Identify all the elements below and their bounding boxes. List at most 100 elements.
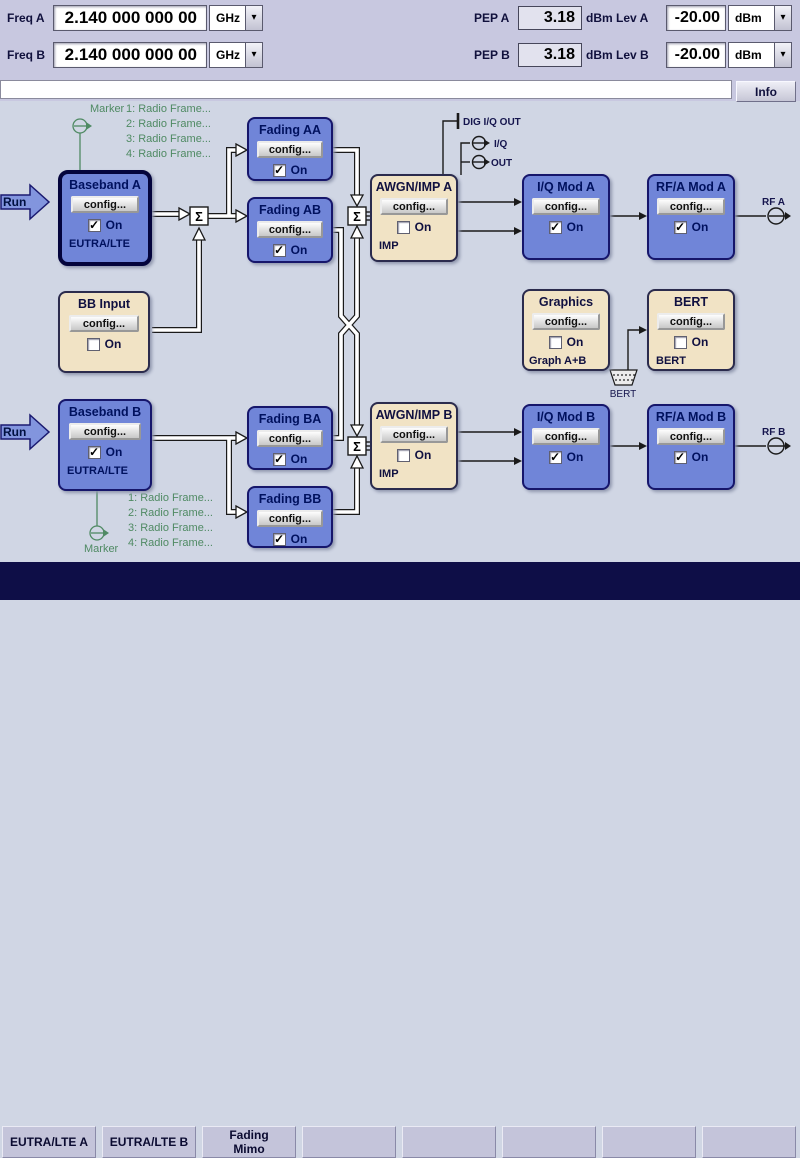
message-strip: Info [0, 79, 800, 101]
config-button[interactable]: config... [657, 313, 724, 330]
on-toggle[interactable]: On [549, 220, 584, 234]
block-title: Baseband B [69, 405, 141, 420]
block-awgn-imp-a[interactable]: AWGN/IMP A config... On IMP [370, 174, 458, 262]
config-button[interactable]: config... [657, 428, 724, 445]
block-awgn-imp-b[interactable]: AWGN/IMP B config... On IMP [370, 402, 458, 490]
checkbox-icon[interactable] [273, 244, 286, 257]
lev-a-input[interactable]: -20.00 [666, 5, 726, 31]
config-button[interactable]: config... [257, 141, 323, 158]
block-title: RF/A Mod B [656, 410, 726, 425]
config-button[interactable]: config... [532, 313, 599, 330]
checkbox-icon[interactable] [397, 449, 410, 462]
on-label: On [291, 532, 308, 546]
config-button[interactable]: config... [69, 423, 141, 440]
on-toggle[interactable]: On [549, 335, 584, 349]
freq-b-input[interactable]: 2.140 000 000 00 [53, 42, 207, 68]
lev-b-input[interactable]: -20.00 [666, 42, 726, 68]
on-label: On [415, 220, 432, 234]
softkey-empty-6[interactable] [502, 1126, 596, 1158]
dropdown-arrow-icon[interactable] [245, 43, 262, 67]
block-baseband-b[interactable]: Baseband B config... On EUTRA/LTE [58, 399, 152, 491]
config-button[interactable]: config... [380, 198, 447, 215]
block-title: Baseband A [69, 178, 141, 193]
on-label: On [567, 450, 584, 464]
softkey-empty-5[interactable] [402, 1126, 496, 1158]
config-button[interactable]: config... [71, 196, 140, 213]
freq-b-unit-dropdown[interactable]: GHz [209, 42, 263, 68]
on-label: On [291, 452, 308, 466]
checkbox-icon[interactable] [674, 336, 687, 349]
freq-a-input[interactable]: 2.140 000 000 00 [53, 5, 207, 31]
on-toggle[interactable]: On [273, 163, 308, 177]
checkbox-icon[interactable] [273, 164, 286, 177]
block-sublabel: IMP [372, 240, 399, 252]
on-toggle[interactable]: On [273, 243, 308, 257]
checkbox-icon[interactable] [88, 219, 101, 232]
block-title: Fading AB [259, 203, 321, 218]
dropdown-arrow-icon[interactable] [774, 6, 791, 30]
marker-a-line-3: 3: Radio Frame... [126, 133, 211, 145]
info-button[interactable]: Info [736, 81, 796, 102]
on-toggle[interactable]: On [674, 335, 709, 349]
block-bert[interactable]: BERT config... On BERT [647, 289, 735, 371]
on-toggle[interactable]: On [674, 220, 709, 234]
softkey-eutra-lte-a[interactable]: EUTRA/LTE A [2, 1126, 96, 1158]
checkbox-icon[interactable] [397, 221, 410, 234]
freq-b-unit-value: GHz [210, 48, 245, 62]
block-fading-ab[interactable]: Fading AB config... On [247, 197, 333, 263]
checkbox-icon[interactable] [87, 338, 100, 351]
on-toggle[interactable]: On [88, 445, 123, 459]
checkbox-icon[interactable] [674, 451, 687, 464]
checkbox-icon[interactable] [273, 533, 286, 546]
on-label: On [692, 450, 709, 464]
lev-a-unit-dropdown[interactable]: dBm [728, 5, 792, 31]
checkbox-icon[interactable] [674, 221, 687, 234]
block-title: AWGN/IMP A [376, 180, 452, 195]
config-button[interactable]: config... [532, 428, 599, 445]
on-toggle[interactable]: On [273, 532, 308, 546]
checkbox-icon[interactable] [549, 451, 562, 464]
softkey-empty-4[interactable] [302, 1126, 396, 1158]
config-button[interactable]: config... [380, 426, 447, 443]
checkbox-icon[interactable] [88, 446, 101, 459]
config-button[interactable]: config... [257, 510, 323, 527]
checkbox-icon[interactable] [549, 336, 562, 349]
on-toggle[interactable]: On [549, 450, 584, 464]
on-label: On [415, 448, 432, 462]
on-toggle[interactable]: On [397, 220, 432, 234]
block-iq-mod-a[interactable]: I/Q Mod A config... On [522, 174, 610, 260]
pep-a-unit: dBm [586, 11, 613, 25]
config-button[interactable]: config... [257, 430, 323, 447]
freq-a-unit-dropdown[interactable]: GHz [209, 5, 263, 31]
softkey-eutra-lte-b[interactable]: EUTRA/LTE B [102, 1126, 196, 1158]
block-rf-mod-b[interactable]: RF/A Mod B config... On [647, 404, 735, 490]
block-bb-input[interactable]: BB Input config... On [58, 291, 150, 373]
block-fading-ba[interactable]: Fading BA config... On [247, 406, 333, 470]
softkey-empty-8[interactable] [702, 1126, 796, 1158]
block-baseband-a[interactable]: Baseband A config... On EUTRA/LTE [58, 170, 152, 266]
block-title: BB Input [78, 297, 130, 312]
dropdown-arrow-icon[interactable] [774, 43, 791, 67]
on-toggle[interactable]: On [674, 450, 709, 464]
block-fading-aa[interactable]: Fading AA config... On [247, 117, 333, 181]
checkbox-icon[interactable] [273, 453, 286, 466]
block-fading-bb[interactable]: Fading BB config... On [247, 486, 333, 548]
softkey-empty-7[interactable] [602, 1126, 696, 1158]
on-toggle[interactable]: On [88, 218, 123, 232]
checkbox-icon[interactable] [549, 221, 562, 234]
block-sublabel: EUTRA/LTE [60, 465, 128, 477]
softkey-fading-mimo[interactable]: Fading Mimo [202, 1126, 296, 1158]
dropdown-arrow-icon[interactable] [245, 6, 262, 30]
block-rf-mod-a[interactable]: RF/A Mod A config... On [647, 174, 735, 260]
lev-b-unit-value: dBm [729, 48, 774, 62]
on-toggle[interactable]: On [87, 337, 122, 351]
on-toggle[interactable]: On [273, 452, 308, 466]
config-button[interactable]: config... [257, 221, 323, 238]
block-iq-mod-b[interactable]: I/Q Mod B config... On [522, 404, 610, 490]
on-toggle[interactable]: On [397, 448, 432, 462]
config-button[interactable]: config... [532, 198, 599, 215]
lev-b-unit-dropdown[interactable]: dBm [728, 42, 792, 68]
block-graphics[interactable]: Graphics config... On Graph A+B [522, 289, 610, 371]
config-button[interactable]: config... [69, 315, 139, 332]
config-button[interactable]: config... [657, 198, 724, 215]
